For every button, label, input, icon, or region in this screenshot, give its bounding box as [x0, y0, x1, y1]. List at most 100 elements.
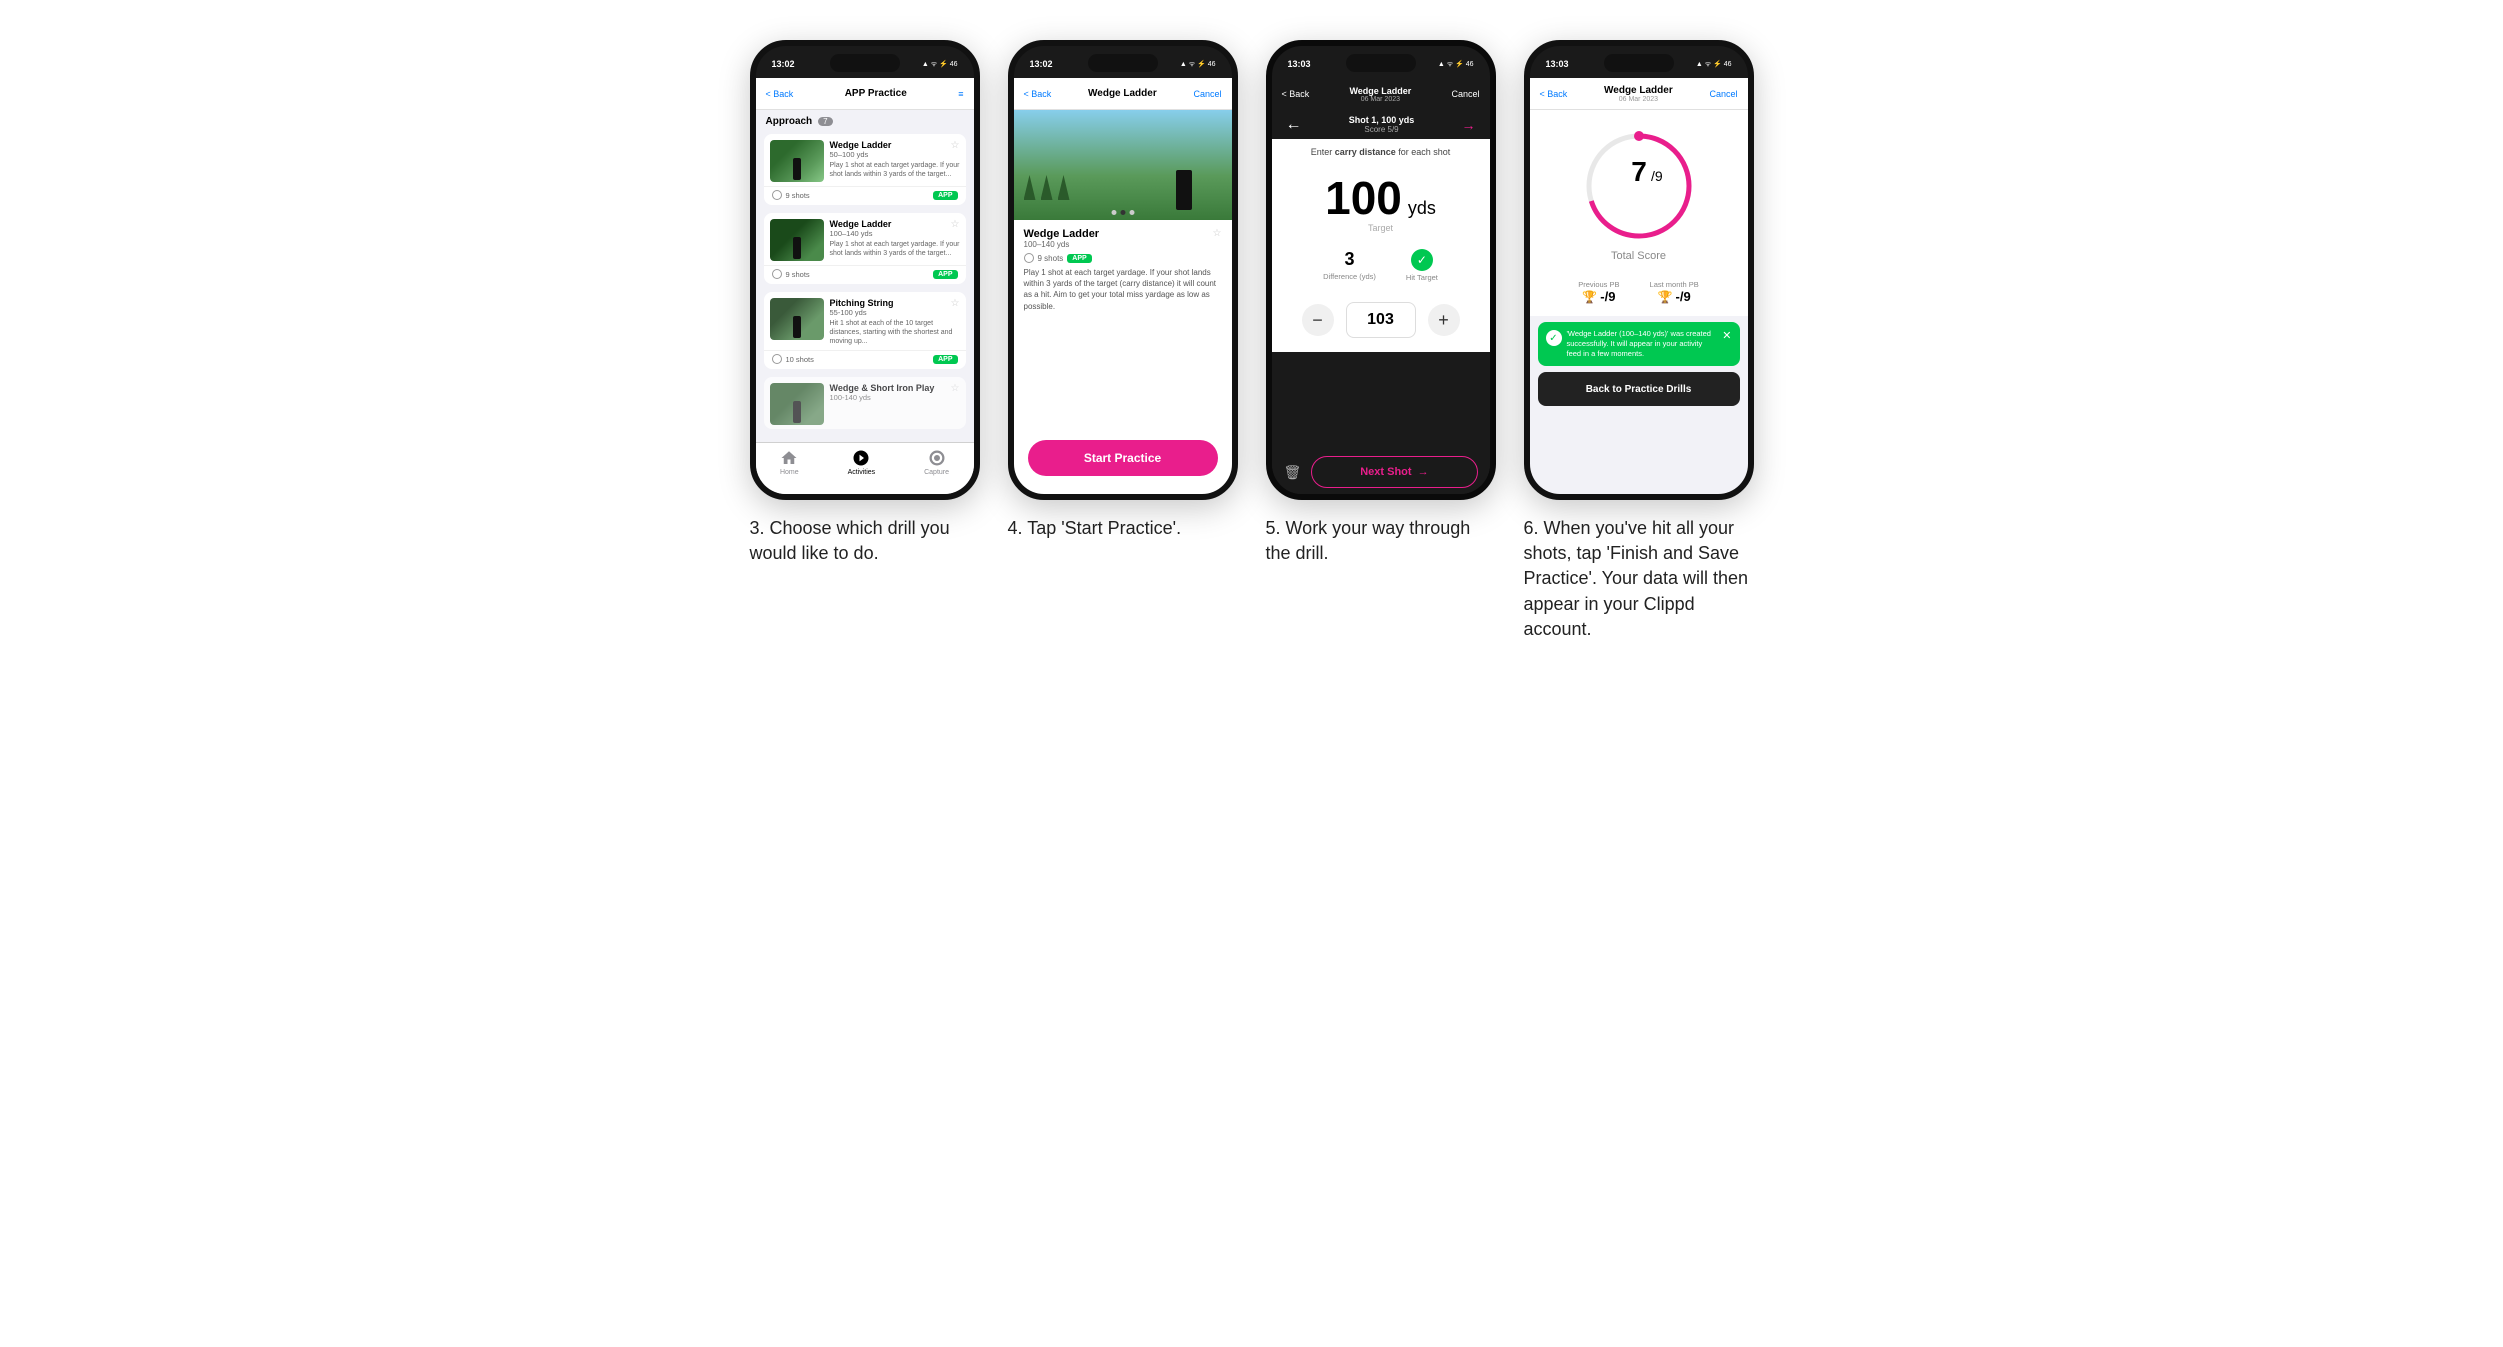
bookmark-icon-3[interactable]: ☆	[951, 298, 960, 309]
phone-section-2: 13:02 ▲ ᯤ ⚡ 46 < Back Wedge Ladder Cance…	[1008, 40, 1238, 541]
next-shot-button[interactable]: Next Shot →	[1311, 456, 1477, 488]
bookmark-icon-d2[interactable]: ☆	[1213, 228, 1222, 239]
drill-thumbnail-1	[770, 140, 824, 182]
trophy-icon-1: 🏆	[1582, 290, 1597, 304]
status-time-2: 13:02	[1030, 59, 1053, 69]
back-to-drills-button[interactable]: Back to Practice Drills	[1538, 372, 1740, 406]
instruction-em: carry distance	[1335, 147, 1396, 157]
card-bottom-1: 9 shots APP	[764, 186, 966, 205]
status-icons-4: ▲ ᯤ ⚡ 46	[1696, 60, 1732, 69]
tab-capture-label: Capture	[924, 469, 949, 476]
caption-4: 6. When you've hit all your shots, tap '…	[1524, 516, 1754, 642]
tab-capture[interactable]: Capture	[924, 449, 949, 476]
status-time-4: 13:03	[1546, 59, 1569, 69]
drill-title-group-2: Wedge Ladder 100–140 yds	[1024, 228, 1100, 249]
drill-title-row-2: Wedge Ladder 100–140 yds ☆	[1024, 228, 1222, 249]
golfer-silhouette	[1176, 170, 1192, 210]
dot-1	[1111, 210, 1116, 215]
shots-icon-1	[772, 190, 782, 200]
cancel-button-2[interactable]: Cancel	[1193, 89, 1221, 99]
card-info-4: Wedge & Short Iron Play 100-140 yds ☆	[830, 383, 960, 402]
card-title-2: Wedge Ladder	[830, 219, 892, 229]
drill-list-1: Wedge Ladder 50–100 yds ☆ Play 1 shot at…	[756, 130, 974, 433]
caption-2: 4. Tap 'Start Practice'.	[1008, 516, 1182, 541]
nav-bar-4: < Back Wedge Ladder 06 Mar 2023 Cancel	[1530, 78, 1748, 110]
drill-range-2: 100–140 yds	[1024, 240, 1100, 249]
toast-close-button[interactable]: ✕	[1722, 329, 1731, 342]
difference-value: 3	[1345, 249, 1355, 270]
decrement-button[interactable]: −	[1302, 304, 1334, 336]
shots-count-1: 9 shots	[772, 190, 810, 200]
start-practice-button[interactable]: Start Practice	[1028, 440, 1218, 476]
phone-frame-4: 13:03 ▲ ᯤ ⚡ 46 < Back Wedge Ladder 06 Ma…	[1524, 40, 1754, 500]
bookmark-icon-2[interactable]: ☆	[951, 219, 960, 230]
stats-row-3: 3 Difference (yds) ✓ Hit Target	[1272, 241, 1490, 292]
back-button-3[interactable]: < Back	[1282, 89, 1310, 99]
list-item[interactable]: Wedge Ladder 100–140 yds ☆ Play 1 shot a…	[764, 213, 966, 284]
delete-icon[interactable]: 🗑	[1284, 464, 1302, 481]
caption-1: 3. Choose which drill you would like to …	[750, 516, 980, 566]
list-item[interactable]: Wedge Ladder 50–100 yds ☆ Play 1 shot at…	[764, 134, 966, 205]
back-button-4[interactable]: < Back	[1540, 89, 1568, 99]
list-item[interactable]: Wedge & Short Iron Play 100-140 yds ☆	[764, 377, 966, 429]
increment-button[interactable]: +	[1428, 304, 1460, 336]
card-title-row-1: Wedge Ladder 50–100 yds ☆	[830, 140, 960, 159]
last-month-pb: Last month PB 🏆 -/9	[1650, 280, 1699, 304]
dot-3	[1129, 210, 1134, 215]
toast-text: 'Wedge Ladder (100–140 yds)' was created…	[1567, 329, 1719, 359]
shots-icon-d2	[1024, 253, 1034, 263]
next-arrow-icon: →	[1418, 466, 1429, 478]
shot-label-3: Shot 1, 100 yds	[1349, 115, 1415, 125]
section-badge-1: 7	[818, 117, 832, 126]
nav-subtitle-3: 06 Mar 2023	[1349, 96, 1411, 103]
status-time-1: 13:02	[772, 59, 795, 69]
card-title-1: Wedge Ladder	[830, 140, 892, 150]
nav-menu-1[interactable]: ≡	[958, 89, 963, 99]
tab-activities[interactable]: Activities	[848, 449, 876, 476]
golfer-figure-2	[793, 237, 801, 259]
back-button-2[interactable]: < Back	[1024, 89, 1052, 99]
thumb-figure-1	[770, 140, 824, 182]
app-badge-d2: APP	[1067, 254, 1091, 263]
list-item[interactable]: Pitching String 55-100 yds ☆ Hit 1 shot …	[764, 292, 966, 369]
drill-thumbnail-4	[770, 383, 824, 425]
trophy-icon-2: 🏆	[1658, 290, 1673, 304]
prev-shot-arrow[interactable]: ←	[1286, 116, 1302, 134]
card-range-2: 100–140 yds	[830, 229, 892, 238]
input-row-3: − 103 +	[1272, 292, 1490, 352]
next-shot-arrow[interactable]: →	[1462, 117, 1476, 133]
back-button-1[interactable]: < Back	[766, 89, 794, 99]
last-month-pb-val: -/9	[1676, 289, 1691, 304]
bookmark-icon-1[interactable]: ☆	[951, 140, 960, 151]
dynamic-island-1	[830, 54, 900, 72]
phones-row: 13:02 ▲ ᯤ ⚡ 46 < Back APP Practice ≡ App…	[750, 40, 1754, 642]
capture-icon	[928, 449, 946, 467]
score-label-4: Total Score	[1611, 250, 1666, 262]
home-icon	[780, 449, 798, 467]
nav-bar-1: < Back APP Practice ≡	[756, 78, 974, 110]
tab-home[interactable]: Home	[780, 449, 799, 476]
shots-icon-2	[772, 269, 782, 279]
app-badge-3: APP	[933, 355, 957, 364]
shots-label-2: 9 shots	[1038, 254, 1064, 263]
distance-input[interactable]: 103	[1346, 302, 1416, 338]
check-icon: ✓	[1546, 330, 1562, 346]
drill-title-2: Wedge Ladder	[1024, 228, 1100, 240]
cancel-button-4[interactable]: Cancel	[1709, 89, 1737, 99]
card-top-1: Wedge Ladder 50–100 yds ☆ Play 1 shot at…	[764, 134, 966, 186]
phone-frame-1: 13:02 ▲ ᯤ ⚡ 46 < Back APP Practice ≡ App…	[750, 40, 980, 500]
instruction-3: Enter carry distance Enter carry distanc…	[1272, 139, 1490, 163]
screen-2: < Back Wedge Ladder Cancel	[1014, 78, 1232, 494]
bookmark-icon-4[interactable]: ☆	[951, 383, 960, 394]
white-content-3: Enter carry distance Enter carry distanc…	[1272, 139, 1490, 352]
cancel-button-3[interactable]: Cancel	[1451, 89, 1479, 99]
card-bottom-2: 9 shots APP	[764, 265, 966, 284]
phone-frame-2: 13:02 ▲ ᯤ ⚡ 46 < Back Wedge Ladder Cance…	[1008, 40, 1238, 500]
shots-count-3: 10 shots	[772, 354, 814, 364]
status-time-3: 13:03	[1288, 59, 1311, 69]
last-month-pb-label: Last month PB	[1650, 280, 1699, 289]
nav-subtitle-4: 06 Mar 2023	[1604, 96, 1673, 103]
dynamic-island-2	[1088, 54, 1158, 72]
previous-pb-label: Previous PB	[1578, 280, 1619, 289]
previous-pb-val: -/9	[1600, 289, 1615, 304]
